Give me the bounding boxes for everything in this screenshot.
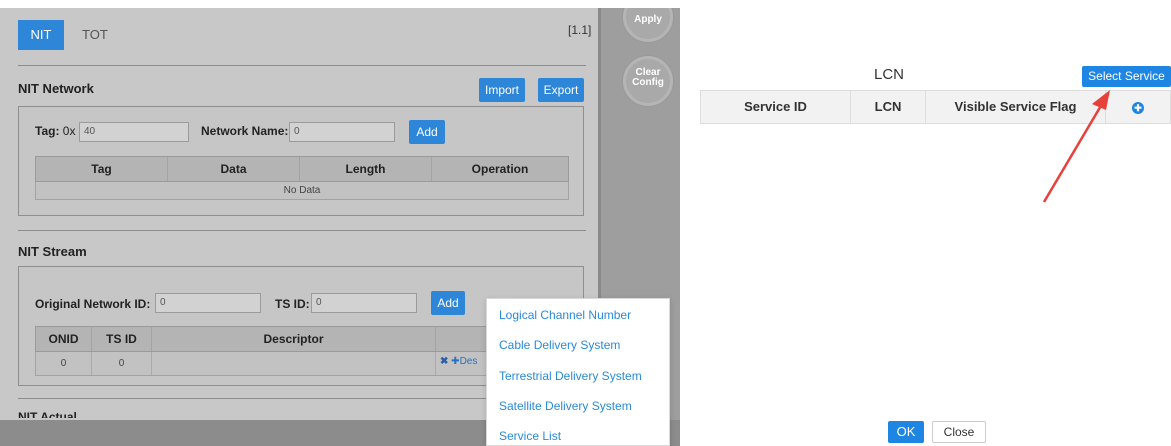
menu-item-cable-delivery-system[interactable]: Cable Delivery System [499, 338, 620, 352]
descriptor-type-menu: Logical Channel Number Cable Delivery Sy… [486, 298, 670, 446]
no-data-text: No Data [283, 185, 321, 196]
add-row-icon[interactable]: ✚ [1132, 101, 1144, 114]
apply-label: Apply [634, 14, 662, 25]
lcn-dialog-title: LCN [874, 66, 905, 83]
apply-button[interactable]: Apply [623, 8, 673, 42]
nit-network-add-button[interactable]: Add [409, 120, 445, 144]
menu-item-terrestrial-delivery-system[interactable]: Terrestrial Delivery System [499, 369, 642, 383]
nit-stream-add-button[interactable]: Add [431, 291, 465, 315]
col-descriptor: Descriptor [152, 327, 436, 351]
network-name-label: Network Name: [201, 124, 289, 138]
ok-button[interactable]: OK [888, 421, 924, 443]
nit-network-empty-row: No Data [35, 182, 569, 200]
export-button[interactable]: Export [538, 78, 584, 102]
cell-onid: 0 [36, 352, 92, 375]
delete-icon[interactable]: ✖ [440, 356, 448, 367]
select-service-button[interactable]: Select Service [1082, 66, 1171, 87]
col-length: Length [300, 157, 432, 181]
menu-item-logical-channel-number[interactable]: Logical Channel Number [499, 308, 631, 322]
annotation-arrow-icon [1042, 90, 1110, 203]
tab-nit[interactable]: NIT [18, 20, 64, 50]
cell-descriptor [152, 352, 436, 375]
menu-item-satellite-delivery-system[interactable]: Satellite Delivery System [499, 399, 632, 413]
row-operations: ✖ ✚Des [440, 356, 477, 367]
col-data: Data [168, 157, 300, 181]
col-tag: Tag [36, 157, 168, 181]
col-service-id: Service ID [701, 91, 851, 123]
nit-network-table-header: Tag Data Length Operation [35, 156, 569, 182]
col-onid: ONID [36, 327, 92, 351]
import-button[interactable]: Import [479, 78, 525, 102]
onid-label: Original Network ID: [35, 297, 151, 311]
onid-input[interactable]: 0 [155, 293, 261, 313]
tag-hex-prefix: 0x [62, 124, 76, 138]
nit-actual-title: NIT Actual [18, 410, 77, 418]
tsid-label: TS ID: [275, 297, 310, 311]
clear-config-label: Clear Config [632, 67, 664, 88]
col-operation: Operation [471, 162, 529, 176]
network-name-input[interactable]: 0 [289, 122, 395, 142]
cell-tsid: 0 [92, 352, 152, 375]
nit-network-group: Tag: 0x 40 Network Name: 0 Add Tag Data … [18, 106, 584, 216]
add-descriptor-label: Des [459, 356, 478, 367]
tag-input[interactable]: 40 [79, 122, 189, 142]
clear-config-button[interactable]: Clear Config [623, 56, 673, 106]
col-lcn: LCN [851, 91, 926, 123]
menu-item-service-list[interactable]: Service List [499, 429, 561, 443]
section-divider [18, 65, 586, 66]
version-label: [1.1] [568, 23, 592, 37]
tab-tot[interactable]: TOT [82, 20, 122, 50]
nit-stream-title: NIT Stream [18, 244, 87, 259]
tag-label: Tag: 0x [35, 124, 75, 138]
tag-label-text: Tag: [35, 124, 60, 138]
nit-network-title: NIT Network [18, 81, 94, 96]
add-descriptor-link[interactable]: ✚Des [451, 356, 477, 367]
arrow-head [1092, 90, 1110, 110]
close-button[interactable]: Close [932, 421, 986, 443]
screenshot-root: NIT TOT [1.1] NIT Network Import Export … [0, 0, 1171, 446]
arrow-shaft [1042, 103, 1104, 203]
col-tsid: TS ID [92, 327, 152, 351]
tsid-input[interactable]: 0 [311, 293, 417, 313]
section-divider [18, 230, 586, 231]
